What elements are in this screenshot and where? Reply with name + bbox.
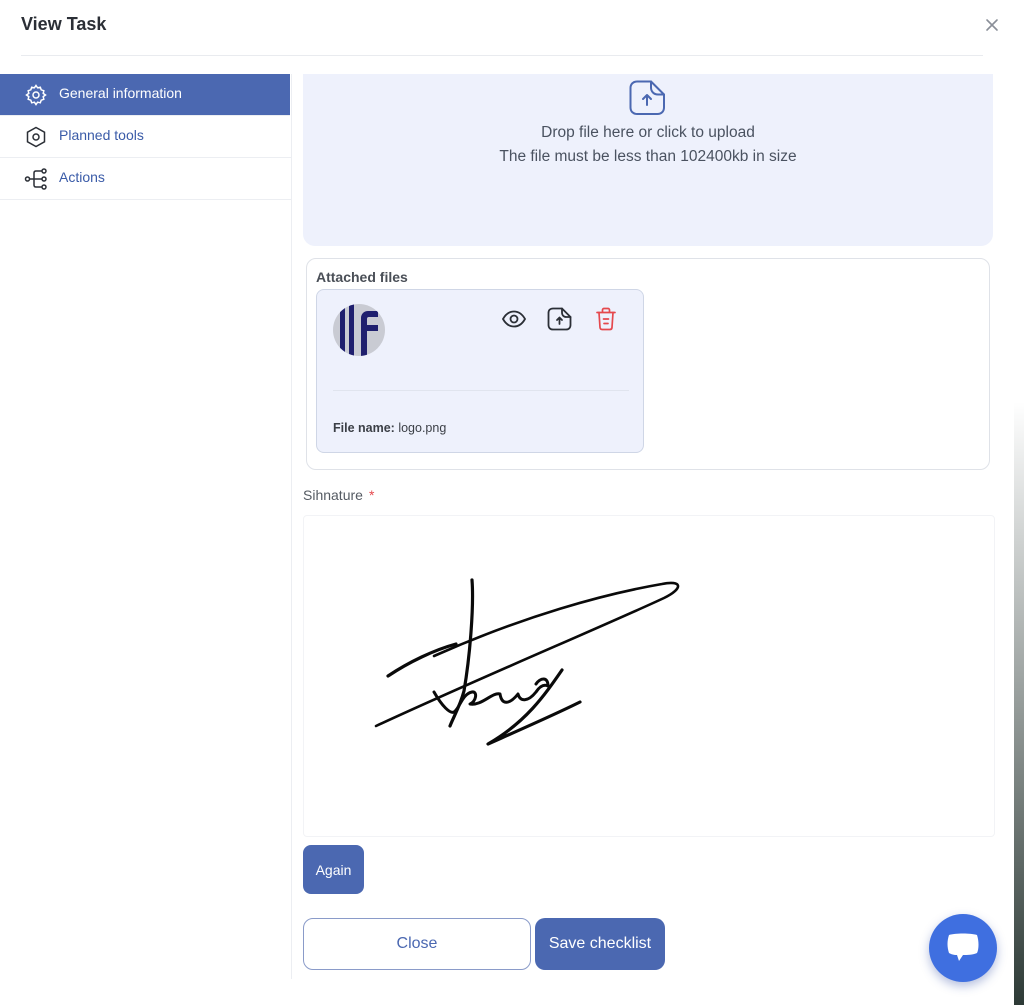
- modal-title: View Task: [21, 14, 107, 34]
- sidebar-item-planned-tools[interactable]: Planned tools: [0, 116, 291, 158]
- sidebar-item-label: General information: [59, 85, 182, 101]
- file-thumbnail[interactable]: [333, 304, 385, 356]
- upload-file-icon[interactable]: [547, 306, 573, 332]
- header-divider: [21, 55, 983, 56]
- gear-icon: [25, 84, 47, 106]
- sidebar-item-actions[interactable]: Actions: [0, 158, 291, 200]
- branch-icon: [24, 168, 47, 190]
- dropzone-instruction: Drop file here or click to upload: [541, 124, 755, 141]
- again-button[interactable]: Again: [303, 845, 364, 894]
- signature-label-text: Sihnature: [303, 487, 363, 503]
- signature-label: Sihnature *: [303, 487, 374, 503]
- card-divider: [333, 390, 629, 391]
- signature-pad[interactable]: [303, 515, 995, 837]
- close-button[interactable]: Close: [303, 918, 531, 970]
- file-card: File name: logo.png: [316, 289, 644, 453]
- trash-icon[interactable]: [593, 306, 619, 332]
- signature-drawing: [374, 578, 680, 746]
- chat-widget-button[interactable]: [929, 914, 997, 982]
- sidebar: General information Planned tools Action…: [0, 74, 292, 979]
- background-edge: [1014, 0, 1024, 1005]
- hexagon-icon: [26, 126, 46, 148]
- upload-file-icon: [629, 80, 665, 115]
- chat-icon: [947, 933, 979, 961]
- file-name-label: File name:: [333, 421, 395, 435]
- file-name: File name: logo.png: [333, 421, 446, 435]
- attached-files-panel: Attached files File name: logo.png: [306, 258, 990, 470]
- dropzone-size-limit: The file must be less than 102400kb in s…: [499, 148, 797, 165]
- required-mark: *: [368, 487, 375, 503]
- sidebar-item-general-information[interactable]: General information: [0, 74, 290, 116]
- save-checklist-button[interactable]: Save checklist: [535, 918, 665, 970]
- sidebar-item-label: Actions: [59, 169, 105, 185]
- attached-files-title: Attached files: [316, 269, 408, 285]
- close-icon[interactable]: [982, 15, 1002, 35]
- file-name-value: logo.png: [398, 421, 447, 435]
- view-task-modal: View Task General information Planned to…: [0, 0, 1014, 1005]
- file-dropzone[interactable]: Drop file here or click to upload The fi…: [303, 74, 993, 246]
- eye-icon[interactable]: [501, 306, 527, 332]
- sidebar-item-label: Planned tools: [59, 127, 144, 143]
